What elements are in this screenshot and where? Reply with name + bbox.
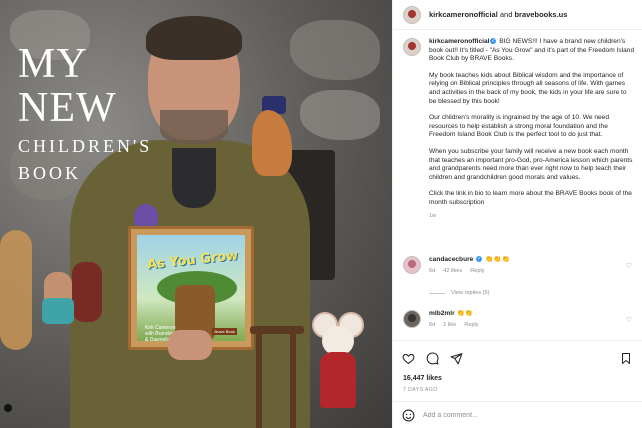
- comment-time: 6d: [429, 321, 436, 328]
- caption-paragraph: Our children's morality is ingrained by …: [429, 114, 609, 139]
- caption-paragraph: Click the link in bio to learn more abou…: [429, 190, 632, 206]
- username-link[interactable]: mlb2mlr: [429, 310, 455, 317]
- username-link[interactable]: kirkcameronofficial: [429, 10, 498, 19]
- headline-line: CHILDREN'S: [18, 136, 153, 156]
- joiner-text: and: [497, 10, 515, 19]
- person-hair: [146, 16, 242, 60]
- heart-icon[interactable]: ♡: [626, 316, 632, 324]
- hand: [168, 330, 212, 360]
- post-header: kirkcameronofficial and bravebooks.us: [393, 0, 642, 30]
- reply-button[interactable]: Reply: [470, 268, 484, 274]
- comment: candacecbure ✓ 👏👏👏 6d 42 likes Reply: [403, 256, 635, 275]
- comment-body: candacecbure ✓ 👏👏👏 6d 42 likes Reply: [429, 256, 510, 275]
- headline-line: NEW: [18, 85, 117, 131]
- person-shirt: [172, 148, 216, 208]
- comment-body: mlb2mlr 👏👏 6d 1 like Reply: [429, 310, 487, 329]
- mouse-character-right: [312, 312, 364, 408]
- avatar[interactable]: [403, 38, 421, 56]
- headline-line: BOOK: [18, 163, 82, 183]
- comment-meta: 6d 1 like Reply: [429, 321, 487, 330]
- header-usernames: kirkcameronofficial and bravebooks.us: [429, 10, 567, 19]
- comment-icon[interactable]: [425, 351, 439, 365]
- headline: MY NEW CHILDREN'S BOOK: [18, 42, 152, 184]
- likes-count[interactable]: 16,447 likes: [403, 375, 442, 382]
- comment-text: 👏👏👏: [485, 256, 510, 263]
- comment-input[interactable]: [423, 412, 623, 419]
- verified-icon: ✓: [476, 256, 483, 263]
- mouse-characters-left: [38, 252, 108, 328]
- emoji-icon[interactable]: [401, 409, 415, 423]
- headline-line: MY: [18, 41, 88, 87]
- carousel-indicator: [4, 404, 12, 412]
- comment-text: 👏👏: [456, 310, 473, 317]
- username-link[interactable]: candacecbure: [429, 256, 473, 263]
- post-actions: 16,447 likes 7 DAYS AGO: [393, 340, 642, 428]
- mouse-cape: [320, 352, 356, 408]
- post-image[interactable]: As You Grow Kirk Cameron with Brandon Gr…: [0, 0, 392, 428]
- person-beard: [160, 110, 228, 144]
- avatar[interactable]: [403, 5, 421, 24]
- share-icon[interactable]: [449, 351, 463, 365]
- mouse-dress: [42, 298, 74, 324]
- bird-character: [134, 204, 158, 228]
- caption-time: 1w: [429, 212, 437, 219]
- avatar[interactable]: [403, 310, 421, 328]
- heart-icon[interactable]: ♡: [626, 262, 632, 270]
- comment-time: 6d: [429, 267, 436, 274]
- comment-likes[interactable]: 1 like: [443, 322, 456, 328]
- action-row: [401, 351, 463, 365]
- add-comment-bar: [393, 401, 642, 428]
- caption-paragraph: My book teaches kids about Biblical wisd…: [429, 71, 627, 105]
- book-title: As You Grow: [146, 248, 239, 273]
- caption-paragraph: When you subscribe your family will rece…: [429, 147, 633, 181]
- caption: kirkcameronofficial ✓ BIG NEWS!!! I have …: [403, 38, 635, 220]
- chair: [256, 330, 296, 428]
- post-panel: kirkcameronofficial and bravebooks.us ki…: [392, 0, 642, 428]
- view-replies-button[interactable]: View replies (5): [429, 290, 489, 296]
- avatar[interactable]: [403, 256, 421, 274]
- username-link[interactable]: bravebooks.us: [514, 10, 567, 19]
- mouse-brown: [72, 262, 102, 322]
- comment: mlb2mlr 👏👏 6d 1 like Reply: [403, 310, 635, 329]
- caption-paragraph: kirkcameronofficial ✓ BIG NEWS!!! I have …: [429, 38, 635, 64]
- reply-button[interactable]: Reply: [464, 322, 478, 328]
- caption-row: kirkcameronofficial ✓ BIG NEWS!!! I have …: [403, 38, 635, 220]
- post-age: 7 DAYS AGO: [403, 387, 438, 393]
- book-badge: Brave Book: [212, 328, 237, 335]
- username-link[interactable]: kirkcameronofficial: [429, 38, 489, 45]
- stone: [290, 20, 380, 80]
- caption-body: kirkcameronofficial ✓ BIG NEWS!!! I have …: [429, 38, 635, 220]
- bookmark-icon[interactable]: [619, 351, 633, 365]
- guitar: [0, 230, 32, 350]
- comment-likes[interactable]: 42 likes: [443, 268, 462, 274]
- book-illustration: As You Grow Kirk Cameron with Brandon Gr…: [137, 235, 245, 343]
- heart-icon[interactable]: [401, 351, 415, 365]
- comment-meta: 6d 42 likes Reply: [429, 267, 510, 276]
- stone: [300, 90, 380, 140]
- verified-icon: ✓: [490, 38, 497, 45]
